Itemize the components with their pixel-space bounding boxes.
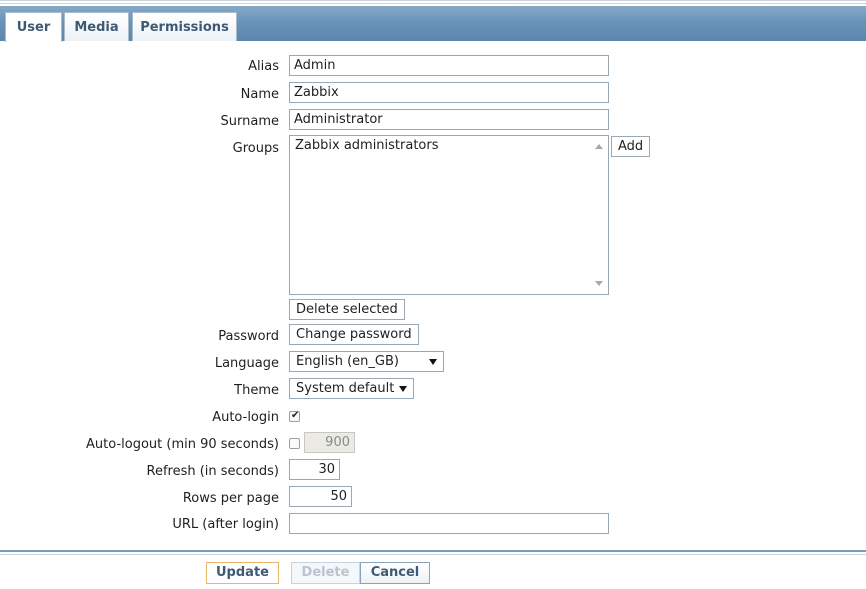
scroll-down-icon[interactable] [595,281,603,286]
autologin-checkbox[interactable]: ✔ [289,410,300,422]
rows-input[interactable]: 50 [289,486,352,507]
tab-permissions[interactable]: Permissions [132,12,237,41]
name-input[interactable]: Zabbix [289,82,609,103]
language-select-value: English (en_GB) [296,354,399,369]
name-label: Name [240,87,279,102]
surname-input[interactable]: Administrator [289,109,609,130]
tab-bar: User Media Permissions [0,6,866,42]
autologout-checkbox[interactable] [289,438,300,449]
language-label: Language [214,356,279,371]
list-item[interactable]: Zabbix administrators [295,138,439,153]
groups-listbox[interactable]: Zabbix administrators [289,135,609,295]
footer-divider [0,550,866,552]
language-select[interactable]: English (en_GB) [289,351,444,372]
cancel-button[interactable]: Cancel [360,562,430,584]
add-group-button[interactable]: Add [611,136,651,157]
url-input[interactable] [289,513,609,534]
refresh-input[interactable]: 30 [289,459,340,480]
theme-select-value: System default [296,381,395,396]
update-button[interactable]: Update [206,562,279,584]
footer-divider-inner [0,554,866,555]
groups-label: Groups [232,141,279,156]
password-label: Password [218,329,279,344]
rows-label: Rows per page [182,491,279,506]
change-password-button[interactable]: Change password [289,324,419,345]
top-border [0,0,866,1]
refresh-label: Refresh (in seconds) [146,464,280,479]
autologout-label: Auto-logout (min 90 seconds) [86,437,279,452]
chevron-down-icon [399,386,407,392]
alias-input[interactable]: Admin [289,55,609,76]
autologin-label: Auto-login [212,410,279,425]
alias-label: Alias [248,59,279,74]
tab-media[interactable]: Media [64,12,129,41]
tab-user[interactable]: User [5,12,62,42]
scroll-up-icon[interactable] [595,144,603,149]
theme-select[interactable]: System default [289,378,414,399]
top-border-inner [0,3,866,4]
chevron-down-icon [429,359,437,365]
autologout-input[interactable]: 900 [304,432,355,453]
surname-label: Surname [220,114,279,129]
delete-button[interactable]: Delete [291,562,360,584]
delete-selected-button[interactable]: Delete selected [289,299,405,320]
url-label: URL (after login) [172,517,279,532]
groups-scrollbar[interactable] [591,136,608,294]
checkmark-icon: ✔ [291,410,300,421]
theme-label: Theme [234,383,279,398]
